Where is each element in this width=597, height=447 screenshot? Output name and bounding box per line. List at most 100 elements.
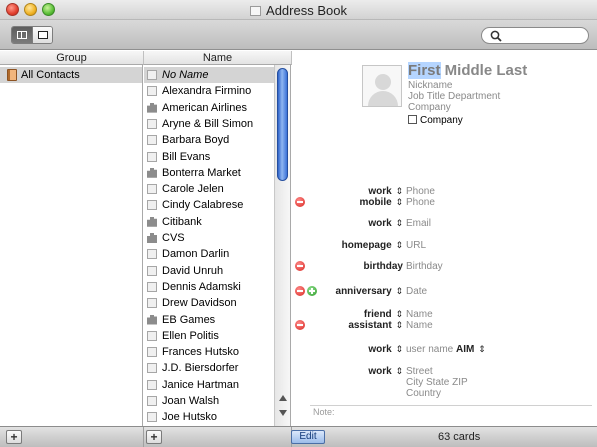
name-list-item[interactable]: Bonterra Market	[144, 165, 274, 181]
name-list-item[interactable]: Barbara Boyd	[144, 132, 274, 148]
name-list-item-label: No Name	[162, 69, 209, 81]
person-card-icon	[147, 363, 157, 374]
window-title-wrap: Address Book	[0, 3, 597, 18]
name-list-item-label: Carole Jelen	[162, 183, 224, 196]
url-label[interactable]: homepage ⇕	[342, 240, 403, 251]
company-checkbox-row[interactable]: Company	[408, 115, 463, 126]
name-list-item-label: Bill Evans	[162, 150, 211, 163]
name-list-item-label: Ellen Politis	[162, 329, 219, 342]
email-field[interactable]: Email	[406, 218, 431, 229]
phone-work-field[interactable]: Phone	[406, 186, 435, 197]
name-list-item-label: Alexandra Firmino	[162, 85, 252, 98]
person-card-icon	[147, 379, 157, 390]
label-chevron-icon: ⇕	[395, 309, 403, 319]
name-list-item[interactable]: Alexandra Firmino	[144, 83, 274, 99]
assistant-label[interactable]: assistant ⇕	[348, 320, 403, 331]
name-list-item[interactable]: CVS	[144, 230, 274, 246]
card-only-view-button[interactable]	[32, 27, 52, 43]
im-label[interactable]: work ⇕	[368, 344, 403, 355]
scroll-thumb[interactable]	[277, 68, 288, 181]
im-username-field[interactable]: user name	[406, 344, 453, 355]
person-card-icon	[147, 118, 157, 129]
birthday-field[interactable]: Birthday	[406, 261, 443, 272]
add-group-button[interactable]: +	[6, 430, 22, 444]
phone-mobile-label[interactable]: mobile ⇕	[359, 197, 403, 208]
name-list-item[interactable]: Ellen Politis	[144, 328, 274, 344]
assistant-field[interactable]: Name	[406, 320, 433, 331]
name-list-item[interactable]: Frances Hutsko	[144, 344, 274, 360]
address-label[interactable]: work ⇕	[368, 366, 403, 377]
name-list-item[interactable]: No Name	[144, 67, 274, 83]
card-count: 63 cards	[438, 431, 481, 443]
name-list-item[interactable]: Damon Darlin	[144, 246, 274, 262]
anniversary-field[interactable]: Date	[406, 286, 427, 297]
name-list-item[interactable]: Carole Jelen	[144, 181, 274, 197]
add-contact-button[interactable]: +	[146, 430, 162, 444]
search-input[interactable]	[504, 28, 584, 43]
birthday-label-text: birthday	[363, 261, 403, 272]
name-list-item[interactable]: Joan Walsh	[144, 393, 274, 409]
street-field[interactable]: Street	[406, 366, 433, 377]
group-list: All Contacts	[0, 65, 143, 426]
edit-button[interactable]: Edit	[291, 430, 325, 444]
company-card-icon	[147, 167, 157, 178]
friend-field[interactable]: Name	[406, 309, 433, 320]
card-and-list-view-button[interactable]	[12, 27, 32, 43]
note-field[interactable]: Note:	[313, 407, 335, 417]
first-name-field[interactable]: First	[408, 62, 441, 79]
email-label[interactable]: work ⇕	[368, 218, 403, 229]
scroll-down-arrow-icon[interactable]	[279, 410, 287, 416]
contact-name[interactable]: First Middle Last	[408, 62, 527, 79]
window-title: Address Book	[266, 3, 347, 18]
url-field[interactable]: URL	[406, 240, 426, 251]
name-list-item[interactable]: David Unruh	[144, 263, 274, 279]
country-field[interactable]: Country	[406, 388, 441, 399]
company-field[interactable]: Company	[408, 102, 451, 113]
remove-birthday-icon[interactable]	[295, 261, 305, 271]
name-list-item[interactable]: Bill Evans	[144, 149, 274, 165]
remove-mobile-icon[interactable]	[295, 197, 305, 207]
name-list-scrollbar[interactable]	[274, 65, 290, 426]
job-title-department-field[interactable]: Job Title Department	[408, 91, 500, 102]
view-segmented-control[interactable]	[11, 26, 53, 44]
remove-assistant-icon[interactable]	[295, 320, 305, 330]
im-service-popup[interactable]: AIM ⇕	[456, 344, 486, 355]
label-chevron-icon: ⇕	[395, 366, 403, 376]
friend-label[interactable]: friend ⇕	[364, 309, 403, 320]
friend-label-text: friend	[363, 309, 392, 320]
name-list-item[interactable]: Citibank	[144, 214, 274, 230]
search-field[interactable]	[481, 27, 589, 44]
name-column-header[interactable]: Name	[144, 51, 292, 65]
toolbar	[0, 20, 597, 50]
address-book-proxy-icon	[250, 6, 262, 16]
bottom-bar: + + Edit 63 cards	[0, 426, 597, 447]
phone-work-label[interactable]: work ⇕	[368, 186, 403, 197]
name-list-item[interactable]: Janice Hartman	[144, 377, 274, 393]
name-list-item[interactable]: Cindy Calabrese	[144, 197, 274, 213]
scroll-up-arrow-icon[interactable]	[279, 395, 287, 401]
remove-anniversary-icon[interactable]	[295, 286, 305, 296]
name-list-item[interactable]: Joe Hutsko	[144, 409, 274, 425]
contact-photo[interactable]	[362, 65, 402, 107]
address-label-text: work	[368, 366, 392, 377]
name-list-item[interactable]: Drew Davidson	[144, 295, 274, 311]
address-book-icon	[7, 69, 17, 81]
search-icon	[490, 30, 502, 42]
add-date-icon[interactable]	[307, 286, 317, 296]
anniversary-label[interactable]: anniversary ⇕	[336, 286, 403, 297]
nickname-field[interactable]: Nickname	[408, 80, 452, 91]
birthday-label: birthday	[364, 261, 403, 272]
name-list-item[interactable]: Aryne & Bill Simon	[144, 116, 274, 132]
group-item-all-contacts[interactable]: All Contacts	[0, 67, 142, 83]
name-list-item[interactable]: Dennis Adamski	[144, 279, 274, 295]
company-checkbox[interactable]	[408, 115, 417, 124]
contact-card: First Middle Last Nickname Job Title Dep…	[292, 50, 597, 426]
middle-last-name-field[interactable]: Middle Last	[441, 62, 528, 79]
name-list-item[interactable]: EB Games	[144, 312, 274, 328]
name-list-item[interactable]: American Airlines	[144, 100, 274, 116]
city-state-zip-field[interactable]: City State ZIP	[406, 377, 468, 388]
group-column-header[interactable]: Group	[0, 51, 144, 65]
bottom-divider	[143, 427, 144, 447]
phone-mobile-field[interactable]: Phone	[406, 197, 435, 208]
name-list-item[interactable]: J.D. Biersdorfer	[144, 360, 274, 376]
